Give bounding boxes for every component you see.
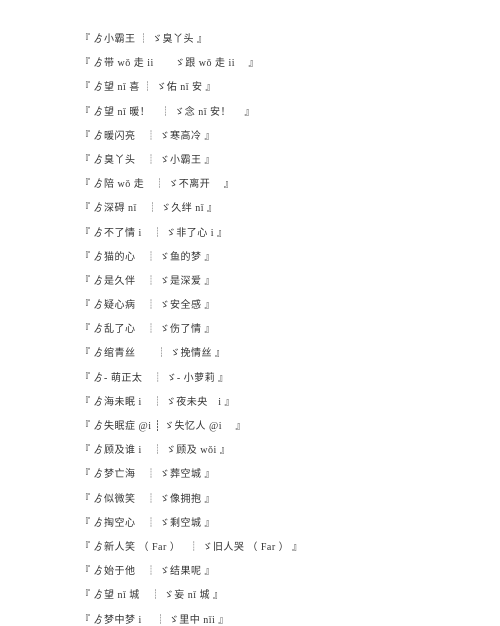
text-row: 『 ゟ掏空心 ┊ ゞ剩空城 』 (80, 514, 500, 529)
text-row: 『 ゟ暖闪亮 ┊ ゞ寒高冷 』 (80, 127, 500, 142)
text-row: 『 ゟ望 nǐ 喜 ┊ ゞ佑 nǐ 安 』 (80, 78, 500, 93)
text-row: 『 ゟ顾及谁 i ┊ ゞ顾及 wǒi 』 (80, 441, 500, 456)
text-row: 『 ゟ- 萌正太 ┊ ゞ- 小萝莉 』 (80, 369, 500, 384)
text-list: 『 ゟ小霸王 ┊ ゞ臭丫头 』『 ゟ带 wǒ 走 ii ゞ跟 wǒ 走 ii 』… (80, 30, 500, 626)
text-row: 『 ゟ海未眠 i ┊ ゞ夜未央 i 』 (80, 393, 500, 408)
text-row: 『 ゟ新人笑 （ Far ） ┊ ゞ旧人哭 （ Far ） 』 (80, 538, 500, 553)
text-row: 『 ゟ失眠症 @i ┊ ゞ失忆人 @i 』 (80, 417, 500, 432)
text-row: 『 ゟ始于他 ┊ ゞ结果呢 』 (80, 562, 500, 577)
text-row: 『 ゟ深碍 nǐ ┊ ゞ久绊 nǐ 』 (80, 199, 500, 214)
text-row: 『 ゟ陪 wǒ 走 ┊ ゞ不离开 』 (80, 175, 500, 190)
text-row: 『 ゟ绾青丝 ┊ ゞ挽情丝 』 (80, 344, 500, 359)
text-row: 『 ゟ望 nǐ 暖！ ┊ ゞ念 nǐ 安！ 』 (80, 103, 500, 118)
text-row: 『 ゟ是久伴 ┊ ゞ是深爱 』 (80, 272, 500, 287)
text-row: 『 ゟ不了情 i ┊ ゞ非了心 i 』 (80, 224, 500, 239)
text-row: 『 ゟ臭丫头 ┊ ゞ小霸王 』 (80, 151, 500, 166)
text-row: 『 ゟ梦亡海 ┊ ゞ葬空城 』 (80, 465, 500, 480)
text-row: 『 ゟ带 wǒ 走 ii ゞ跟 wǒ 走 ii 』 (80, 54, 500, 69)
text-row: 『 ゟ乱了心 ┊ ゞ伤了情 』 (80, 320, 500, 335)
text-row: 『 ゟ似微笑 ┊ ゞ像拥抱 』 (80, 490, 500, 505)
text-row: 『 ゟ猫的心 ┊ ゞ鱼的梦 』 (80, 248, 500, 263)
text-row: 『 ゟ梦中梦 i ┊ ゞ里中 nǐi 』 (80, 611, 500, 626)
text-row: 『 ゟ疑心病 ┊ ゞ安全感 』 (80, 296, 500, 311)
text-row: 『 ゟ望 nǐ 城 ┊ ゞ妄 nǐ 城 』 (80, 586, 500, 601)
text-row: 『 ゟ小霸王 ┊ ゞ臭丫头 』 (80, 30, 500, 45)
